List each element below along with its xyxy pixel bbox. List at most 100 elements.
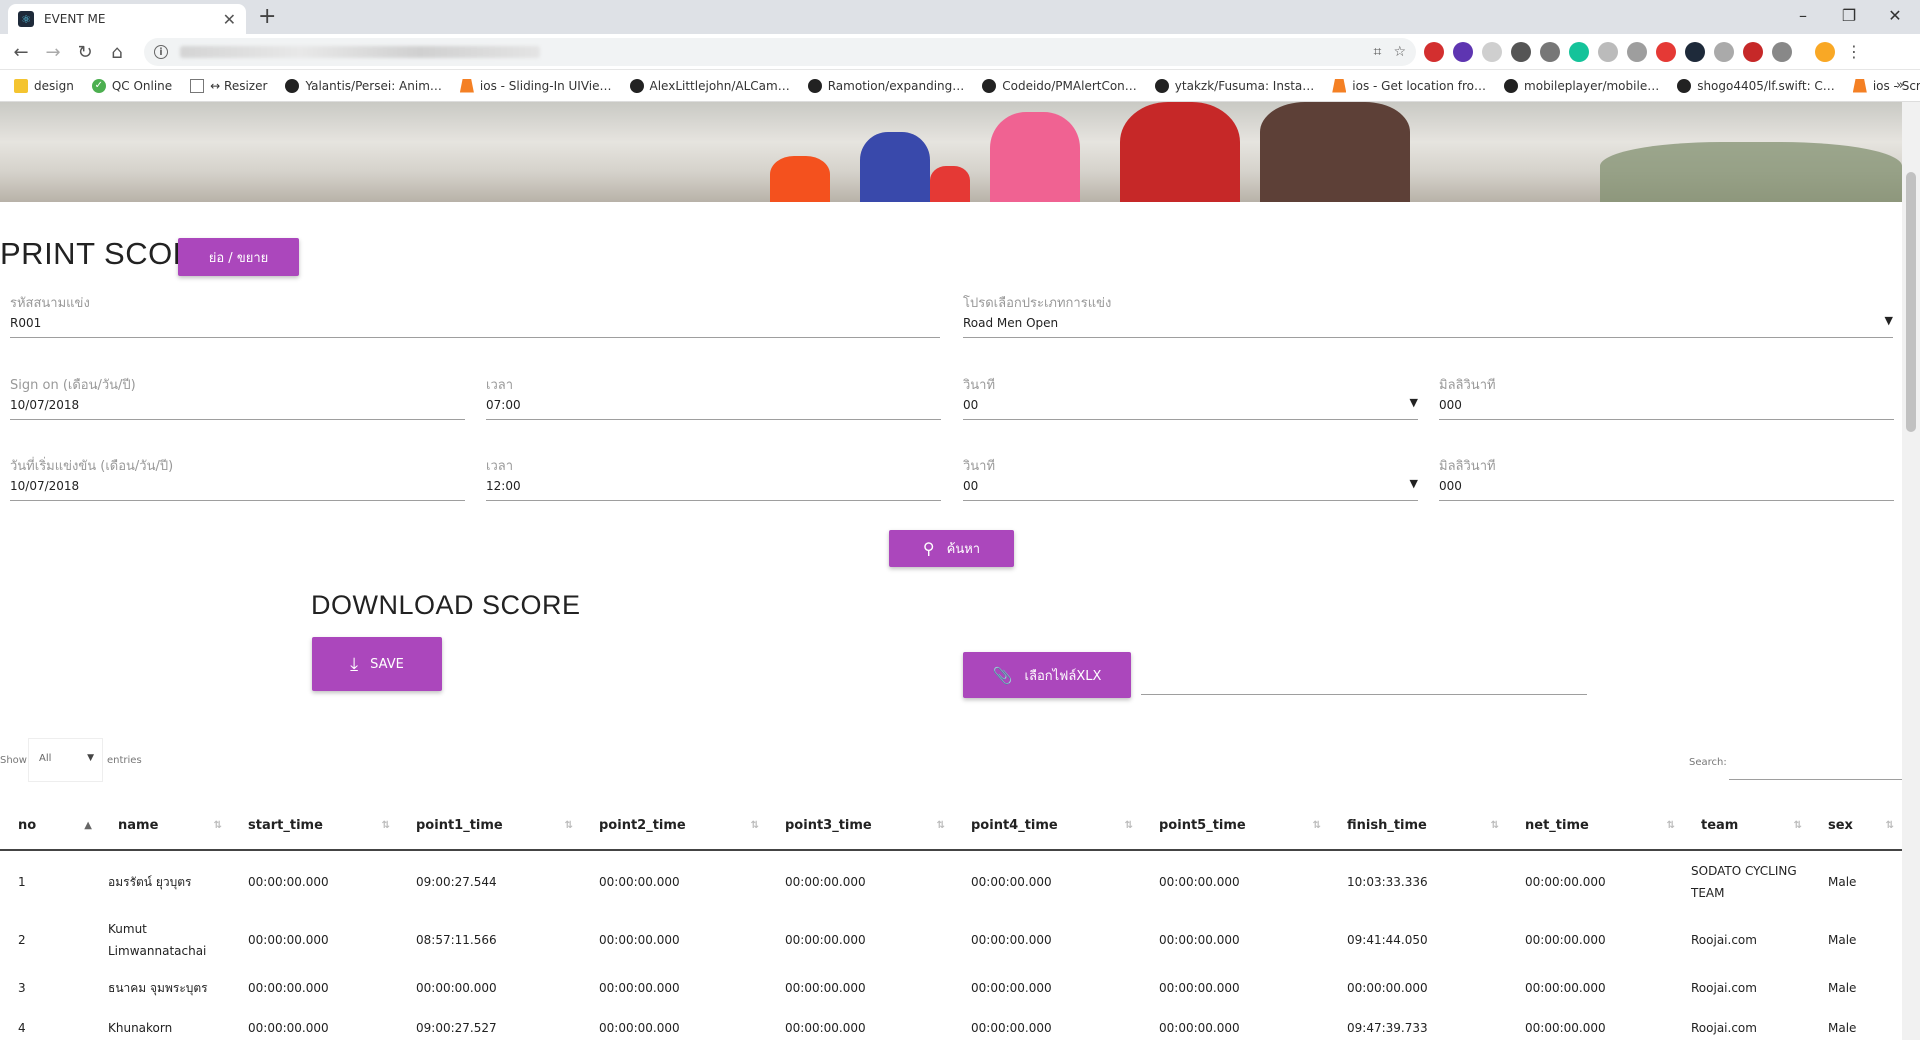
bookmark-item[interactable]: ios - Get location fro… xyxy=(1332,78,1486,93)
compass-ext-icon[interactable] xyxy=(1511,42,1531,62)
bookmark-item[interactable]: ytakzk/Fusuma: Insta… xyxy=(1154,78,1314,93)
forward-icon[interactable]: → xyxy=(40,39,66,65)
column-header-net-time[interactable]: net_time ⇅ xyxy=(1507,802,1683,851)
bookmark-item[interactable]: Yalantis/Persei: Anim… xyxy=(285,78,442,93)
table-search-input[interactable] xyxy=(1729,779,1902,780)
menu-icon[interactable]: ⋮ xyxy=(1846,42,1862,62)
bookmark-item[interactable]: Codeido/PMAlertCon… xyxy=(982,78,1137,93)
scrollbar-thumb[interactable] xyxy=(1906,172,1916,432)
table-row[interactable]: 2 Kumut Limwannatachai 00:00:00.000 08:57:1… xyxy=(0,912,1902,968)
grammarly-ext-icon[interactable] xyxy=(1569,42,1589,62)
column-header-name[interactable]: name ⇅ xyxy=(100,802,230,851)
site-info-icon[interactable]: i xyxy=(154,45,168,59)
entries-length-select[interactable]: All ▼ xyxy=(28,738,103,782)
bookmark-item[interactable]: mobileplayer/mobile… xyxy=(1504,78,1660,93)
sign-on-millis-field[interactable]: มิลลิวินาที 000 xyxy=(1439,374,1894,420)
start-time-field[interactable]: เวลา 12:00 xyxy=(486,455,941,501)
sign-on-time-field[interactable]: เวลา 07:00 xyxy=(486,374,941,420)
ext-icon[interactable] xyxy=(1714,42,1734,62)
choose-file-button[interactable]: 📎 เลือกไฟล์XLX xyxy=(963,652,1131,698)
race-code-field[interactable]: รหัสสนามแข่ง R001 xyxy=(10,292,940,338)
cell-name: อมรรัตน์ ยุวบุตร xyxy=(108,874,192,889)
sign-on-date-field[interactable]: Sign on (เดือน/วัน/ปี) 10/07/2018 xyxy=(10,374,465,420)
table-row[interactable]: 3 ธนาคม จุมพระบุตร 00:00:00.000 00:00:00.00… xyxy=(0,968,1902,1008)
bookmark-label: AlexLittlejohn/ALCam… xyxy=(649,78,790,93)
column-header-point3-time[interactable]: point3_time ⇅ xyxy=(767,802,953,851)
ext-icon[interactable] xyxy=(1656,42,1676,62)
sign-on-seconds-select[interactable]: วินาที 00 ▼ xyxy=(963,374,1418,420)
adblock-icon[interactable] xyxy=(1743,42,1763,62)
bookmarks-overflow-icon[interactable]: » xyxy=(1896,78,1904,93)
cell-point3-time: 00:00:00.000 xyxy=(785,933,866,947)
home-icon[interactable]: ⌂ xyxy=(104,39,130,65)
browser-tabstrip: ⚛ EVENT ME ✕ + – ❐ ✕ xyxy=(0,0,1920,34)
close-window-icon[interactable]: ✕ xyxy=(1872,0,1918,30)
cube-ext-icon[interactable] xyxy=(1453,42,1473,62)
bookmark-item[interactable]: design xyxy=(14,78,74,93)
cell-net-time: 00:00:00.000 xyxy=(1525,933,1606,947)
save-button[interactable]: ⤓ SAVE xyxy=(312,637,442,691)
ext-icon[interactable] xyxy=(1627,42,1647,62)
column-header-point2-time[interactable]: point2_time ⇅ xyxy=(581,802,767,851)
bookmark-item[interactable]: shogo4405/lf.swift: C… xyxy=(1677,78,1835,93)
column-header-label: point4_time xyxy=(971,818,1058,833)
cell-name: Khunakorn xyxy=(108,1021,173,1035)
cell-start-time: 00:00:00.000 xyxy=(248,981,329,995)
vue-ext-icon[interactable] xyxy=(1540,42,1560,62)
cell-point2-time: 00:00:00.000 xyxy=(599,1021,680,1035)
column-header-finish-time[interactable]: finish_time ⇅ xyxy=(1329,802,1507,851)
sort-icon: ⇅ xyxy=(1124,820,1133,831)
column-header-sex[interactable]: sex ⇅ xyxy=(1810,802,1902,851)
start-date-label: วันที่เริ่มแข่งขัน (เดือน/วัน/ปี) xyxy=(10,459,174,474)
back-icon[interactable]: ← xyxy=(8,39,34,65)
start-seconds-select[interactable]: วินาที 00 ▼ xyxy=(963,455,1418,501)
table-row[interactable]: 1 อมรรัตน์ ยุวบุตร 00:00:00.000 09:00:27.54… xyxy=(0,850,1902,912)
column-header-point5-time[interactable]: point5_time ⇅ xyxy=(1141,802,1329,851)
column-header-no[interactable]: no ▲ xyxy=(0,802,100,851)
browser-tab[interactable]: ⚛ EVENT ME ✕ xyxy=(8,4,246,34)
browser-toolbar: ← → ↻ ⌂ i ⌗ ☆ ⋮ xyxy=(0,34,1920,70)
ext-icon[interactable] xyxy=(1772,42,1792,62)
page-content: PRINT SCORE ย่อ / ขยาย รหัสสนามแข่ง R001… xyxy=(0,102,1902,1040)
search-button[interactable]: ⚲ ค้นหา xyxy=(889,530,1014,567)
column-header-point4-time[interactable]: point4_time ⇅ xyxy=(953,802,1141,851)
column-header-start-time[interactable]: start_time ⇅ xyxy=(230,802,398,851)
opera-ext-icon[interactable] xyxy=(1424,42,1444,62)
new-tab-button[interactable]: + xyxy=(258,4,276,29)
sign-on-seconds-value: 00 xyxy=(963,398,979,412)
bookmark-item[interactable]: ↔ Resizer xyxy=(190,78,267,93)
race-code-label: รหัสสนามแข่ง xyxy=(10,296,90,311)
profile-avatar-icon[interactable] xyxy=(1815,42,1835,62)
bookmark-item[interactable]: AlexLittlejohn/ALCam… xyxy=(629,78,790,93)
bookmark-item[interactable]: ios - ScrollView too s… xyxy=(1852,78,1920,93)
reload-icon[interactable]: ↻ xyxy=(72,39,98,65)
column-header-team[interactable]: team ⇅ xyxy=(1683,802,1810,851)
start-millis-field[interactable]: มิลลิวินาที 000 xyxy=(1439,455,1894,501)
download-icon: ⤓ xyxy=(350,653,359,675)
restore-icon[interactable]: ❐ xyxy=(1826,0,1872,30)
translate-icon[interactable]: ⌗ xyxy=(1374,44,1382,60)
cell-point3-time: 00:00:00.000 xyxy=(785,874,866,889)
collapse-expand-button[interactable]: ย่อ / ขยาย xyxy=(178,238,299,276)
bookmark-item[interactable]: ✓ QC Online xyxy=(91,78,172,93)
react-devtools-icon[interactable] xyxy=(1685,42,1705,62)
start-date-field[interactable]: วันที่เริ่มแข่งขัน (เดือน/วัน/ปี) 10/07/… xyxy=(10,455,465,501)
star-icon[interactable]: ☆ xyxy=(1393,44,1406,60)
file-name-input[interactable] xyxy=(1141,694,1587,695)
bookmark-item[interactable]: ios - Sliding-In UIVie… xyxy=(459,78,612,93)
table-body: 1 อมรรัตน์ ยุวบุตร 00:00:00.000 09:00:27.54… xyxy=(0,850,1902,1040)
ext-icon[interactable] xyxy=(1598,42,1618,62)
bookmark-label: mobileplayer/mobile… xyxy=(1524,78,1660,93)
close-tab-icon[interactable]: ✕ xyxy=(223,10,236,29)
minimize-icon[interactable]: – xyxy=(1780,0,1826,30)
paperclip-icon: 📎 xyxy=(992,665,1013,685)
column-header-point1-time[interactable]: point1_time ⇅ xyxy=(398,802,581,851)
category-select[interactable]: โปรดเลือกประเภทการแข่ง Road Men Open ▼ xyxy=(963,292,1893,338)
page-scrollbar[interactable] xyxy=(1902,102,1920,1040)
table-row[interactable]: 4 Khunakorn 00:00:00.000 09:00:27.527 00:00:… xyxy=(0,1008,1902,1040)
sort-icon: ⇅ xyxy=(564,820,573,831)
bookmark-item[interactable]: Ramotion/expanding… xyxy=(807,78,964,93)
choose-file-label: เลือกไฟล์XLX xyxy=(1024,668,1102,684)
ext-icon[interactable] xyxy=(1482,42,1502,62)
address-bar[interactable]: i ⌗ ☆ xyxy=(144,38,1416,66)
